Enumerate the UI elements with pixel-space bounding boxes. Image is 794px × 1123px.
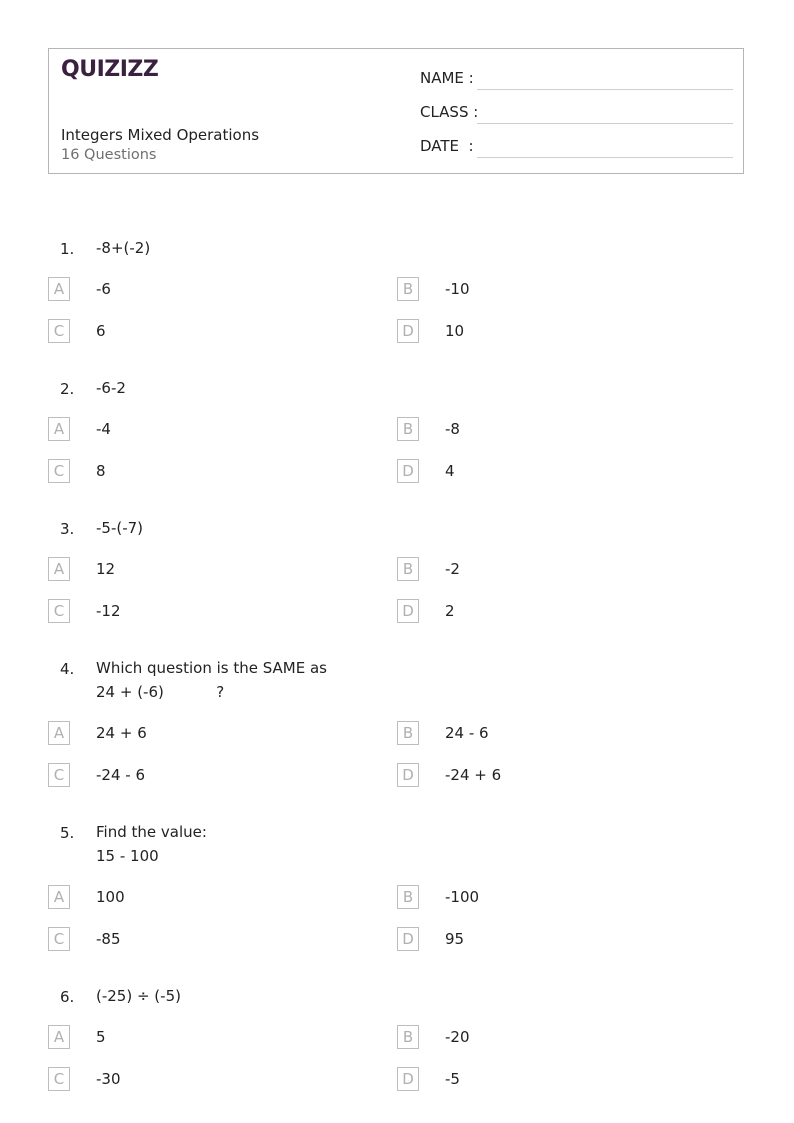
question-number: 5. [60,824,75,842]
option-b-text: -2 [445,560,460,578]
date-field: DATE : [420,137,474,155]
option-c-box[interactable]: C [48,459,70,483]
option-b-box[interactable]: B [397,277,419,301]
option-a-text: 24 + 6 [96,724,147,742]
question-count: 16 Questions [61,147,157,163]
worksheet-header: QUIZIZZ Integers Mixed Operations 16 Que… [48,48,744,174]
option-d-text: -24 + 6 [445,766,502,784]
option-c-box[interactable]: C [48,927,70,951]
option-c-text: 6 [96,322,106,340]
question-number: 3. [60,520,75,538]
option-a-text: 5 [96,1028,106,1046]
option-d-text: 95 [445,930,465,948]
option-a-text: 100 [96,888,125,906]
option-d-box[interactable]: D [397,927,419,951]
date-label: DATE : [420,137,474,155]
name-input-line[interactable] [477,89,733,90]
option-a-text: 12 [96,560,116,578]
option-d-text: -5 [445,1070,460,1088]
option-a-box[interactable]: A [48,1025,70,1049]
question-text: Find the value: 15 - 100 [96,823,207,865]
option-a-box[interactable]: A [48,417,70,441]
option-a-box[interactable]: A [48,557,70,581]
option-c-text: -12 [96,602,121,620]
date-input-line[interactable] [477,157,733,158]
option-c-text: -24 - 6 [96,766,145,784]
option-a-box[interactable]: A [48,885,70,909]
option-c-box[interactable]: C [48,599,70,623]
option-c-text: -85 [96,930,121,948]
option-d-box[interactable]: D [397,763,419,787]
option-b-box[interactable]: B [397,417,419,441]
option-b-text: -20 [445,1028,470,1046]
class-input-line[interactable] [477,123,733,124]
option-c-text: -30 [96,1070,121,1088]
option-c-text: 8 [96,462,106,480]
name-label: NAME : [420,69,474,87]
option-b-text: -8 [445,420,460,438]
question-text: Which question is the SAME as 24 + (-6) … [96,659,327,701]
option-b-text: 24 - 6 [445,724,489,742]
option-d-box[interactable]: D [397,599,419,623]
worksheet-title: Integers Mixed Operations [61,126,260,144]
question-text: -5-(-7) [96,519,144,537]
option-d-box[interactable]: D [397,459,419,483]
option-d-text: 4 [445,462,455,480]
question-number: 2. [60,380,75,398]
name-field: NAME : [420,69,474,87]
option-c-box[interactable]: C [48,319,70,343]
question-text: -6-2 [96,379,126,397]
option-b-box[interactable]: B [397,721,419,745]
option-a-box[interactable]: A [48,721,70,745]
option-d-box[interactable]: D [397,1067,419,1091]
class-label: CLASS : [420,103,479,121]
option-d-text: 10 [445,322,465,340]
option-c-box[interactable]: C [48,763,70,787]
class-field: CLASS : [420,103,478,121]
question-number: 1. [60,240,75,258]
option-d-text: 2 [445,602,455,620]
option-d-box[interactable]: D [397,319,419,343]
option-b-text: -100 [445,888,480,906]
question-number: 6. [60,988,75,1006]
option-a-text: -6 [96,280,111,298]
option-b-box[interactable]: B [397,1025,419,1049]
option-a-text: -4 [96,420,111,438]
question-text: -8+(-2) [96,239,151,257]
option-b-text: -10 [445,280,470,298]
option-b-box[interactable]: B [397,557,419,581]
option-a-box[interactable]: A [48,277,70,301]
question-text: (-25) ÷ (-5) [96,987,181,1005]
option-b-box[interactable]: B [397,885,419,909]
question-number: 4. [60,660,75,678]
option-c-box[interactable]: C [48,1067,70,1091]
quizizz-logo: QUIZIZZ [61,57,159,82]
